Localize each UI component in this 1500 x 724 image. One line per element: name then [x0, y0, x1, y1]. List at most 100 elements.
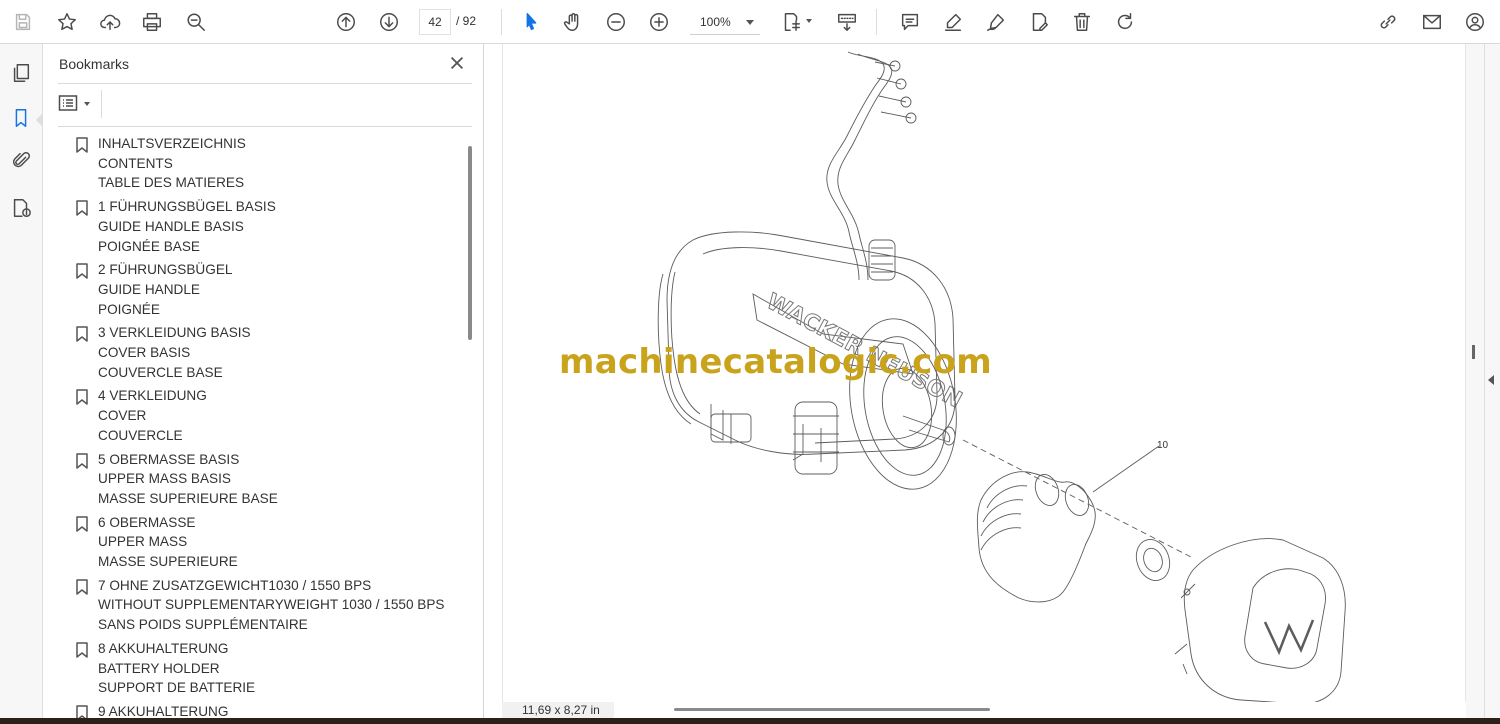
vertical-scrollbar-thumb[interactable] [1472, 345, 1475, 359]
vertical-scrollbar-track[interactable] [1466, 44, 1484, 718]
email-icon[interactable] [1417, 7, 1447, 37]
attachments-icon[interactable] [8, 148, 34, 174]
comment-icon[interactable] [895, 7, 925, 37]
bookmark-item[interactable]: 2 FÜHRUNGSBÜGEL GUIDE HANDLE POIGNÉE [58, 260, 468, 319]
zoom-out-icon[interactable] [601, 7, 631, 37]
panel-divider [101, 90, 102, 118]
pdf-page: WACKER NEUSON machinecatalogic.com 10 [502, 44, 1466, 702]
document-info-icon[interactable] [8, 195, 34, 221]
expand-right-panel-icon[interactable] [1488, 375, 1494, 385]
bookmark-list: INHALTSVERZEICHNIS CONTENTS TABLE DES MATI… [58, 134, 468, 718]
star-icon[interactable] [52, 7, 82, 37]
page-up-icon[interactable] [331, 7, 361, 37]
zoom-select[interactable]: 100% [690, 9, 760, 35]
bookmark-icon [76, 326, 88, 343]
bookmark-label: SUPPORT DE BATTERIE [98, 680, 256, 696]
bookmark-icon [76, 579, 88, 595]
page-size-readout: 11,69 x 8,27 in [502, 702, 614, 718]
bookmark-label: WITHOUT SUPPLEMENTARYWEIGHT 1030 / 1550 … [98, 597, 445, 613]
bookmark-icon [76, 389, 88, 406]
hand-tool-icon[interactable] [558, 7, 588, 37]
bookmark-item[interactable]: INHALTSVERZEICHNIS CONTENTS TABLE DES MATI… [58, 134, 468, 193]
bookmark-label: POIGNÉE [98, 301, 160, 317]
bookmark-label: UPPER MASS BASIS [98, 471, 231, 487]
print-icon[interactable] [137, 7, 167, 37]
bookmark-options-button[interactable] [58, 94, 94, 116]
bookmark-icon [76, 137, 88, 153]
chevron-down-icon [746, 20, 754, 25]
bookmark-item[interactable]: 6 OBERMASSE UPPER MASS MASSE SUPERIEURE [58, 513, 468, 572]
find-icon[interactable] [181, 7, 211, 37]
chevron-down-icon [84, 102, 90, 106]
zoom-in-icon[interactable] [644, 7, 674, 37]
page-fit-icon[interactable] [776, 7, 806, 37]
bookmark-icon [76, 263, 88, 279]
bookmark-label: 3 VERKLEIDUNG BASIS [98, 325, 251, 341]
zoom-value: 100% [700, 15, 731, 29]
bookmark-label: BATTERY HOLDER [98, 660, 220, 676]
cloud-upload-icon[interactable] [95, 7, 125, 37]
save-icon[interactable] [8, 7, 38, 37]
bookmark-label: COUVERCLE [98, 427, 183, 443]
bookmark-label: 1 FÜHRUNGSBÜGEL BASIS [98, 199, 276, 215]
fill-sign-icon[interactable] [1024, 7, 1054, 37]
bookmark-label: COVER [98, 408, 147, 424]
bookmark-label: INHALTSVERZEICHNIS [98, 136, 246, 151]
bookmark-item[interactable]: 3 VERKLEIDUNG BASIS COVER BASIS COUVERCLE … [58, 323, 468, 382]
page-down-icon[interactable] [374, 7, 404, 37]
bookmarks-panel: Bookmarks INHALTSVERZEICHNIS CONTENTS TABL… [44, 44, 484, 718]
bookmark-scrollbar[interactable] [468, 146, 472, 340]
taskbar-edge [0, 718, 1500, 724]
bookmark-label: 2 FÜHRUNGSBÜGEL [98, 262, 233, 278]
bookmark-item[interactable]: 1 FÜHRUNGSBÜGEL BASIS GUIDE HANDLE BASIS P… [58, 197, 468, 256]
bookmark-item[interactable]: 5 OBERMASSE BASIS UPPER MASS BASIS MASSE S… [58, 450, 468, 509]
bookmark-label: 8 AKKUHALTERUNG [98, 640, 229, 656]
chevron-down-icon[interactable] [806, 19, 812, 23]
bookmark-label: 5 OBERMASSE BASIS [98, 451, 240, 467]
bookmark-label: 9 AKKUHALTERUNG [98, 703, 229, 718]
bookmark-label: GUIDE HANDLE [98, 281, 200, 297]
bookmark-label: GUIDE HANDLE BASIS [98, 218, 244, 234]
list-options-icon [58, 95, 78, 111]
bookmark-label: MASSE SUPERIEURE [98, 554, 238, 570]
highlight-pen-icon[interactable] [938, 7, 968, 37]
draw-icon[interactable] [981, 7, 1011, 37]
close-icon[interactable] [448, 54, 468, 74]
scroll-mode-icon[interactable] [832, 7, 862, 37]
bookmark-label: UPPER MASS [98, 534, 188, 550]
bookmark-label: 6 OBERMASSE [98, 514, 196, 530]
bookmark-label: 4 VERKLEIDUNG [98, 388, 207, 404]
account-icon[interactable] [1460, 7, 1490, 37]
pages-icon[interactable] [8, 60, 34, 86]
bookmarks-icon[interactable] [8, 105, 34, 131]
watermark-text: machinecatalogic.com [559, 342, 992, 382]
panel-title: Bookmarks [59, 56, 130, 72]
bookmark-label: CONTENTS [98, 155, 173, 171]
page-total: / 92 [456, 14, 477, 28]
bookmark-icon [76, 642, 88, 658]
bookmark-item[interactable]: 4 VERKLEIDUNG COVER COUVERCLE [58, 386, 468, 445]
navigation-rail [0, 44, 43, 718]
bookmark-label: COVER BASIS [98, 345, 191, 361]
delete-icon[interactable] [1067, 7, 1097, 37]
select-cursor-icon[interactable] [516, 7, 546, 37]
page-number-input[interactable]: 42 [419, 9, 451, 35]
active-panel-pointer [36, 113, 43, 127]
bookmark-item[interactable]: 7 OHNE ZUSATZGEWICHT1030 / 1550 BPS WITHO… [58, 576, 468, 635]
bookmark-icon [76, 200, 88, 216]
bookmark-icon [76, 515, 88, 532]
horizontal-scrollbar[interactable] [674, 708, 990, 711]
rotate-icon[interactable] [1110, 7, 1140, 37]
bookmark-label: COUVERCLE BASE [98, 364, 223, 380]
bookmark-label: 7 OHNE ZUSATZGEWICHT1030 / 1550 BPS [98, 577, 372, 593]
toolbar-divider [876, 9, 877, 35]
panel-divider [58, 126, 472, 127]
toolbar-divider [501, 9, 502, 35]
bookmark-label: TABLE DES MATIERES [98, 175, 245, 191]
bookmark-item[interactable]: 8 AKKUHALTERUNG BATTERY HOLDER SUPPORT DE … [58, 639, 468, 698]
bookmark-label: POIGNÉE BASE [98, 238, 200, 254]
bookmark-item[interactable]: 9 AKKUHALTERUNG [58, 702, 468, 718]
panel-divider [58, 83, 472, 84]
share-link-icon[interactable] [1373, 7, 1403, 37]
bookmark-icon [76, 705, 88, 718]
